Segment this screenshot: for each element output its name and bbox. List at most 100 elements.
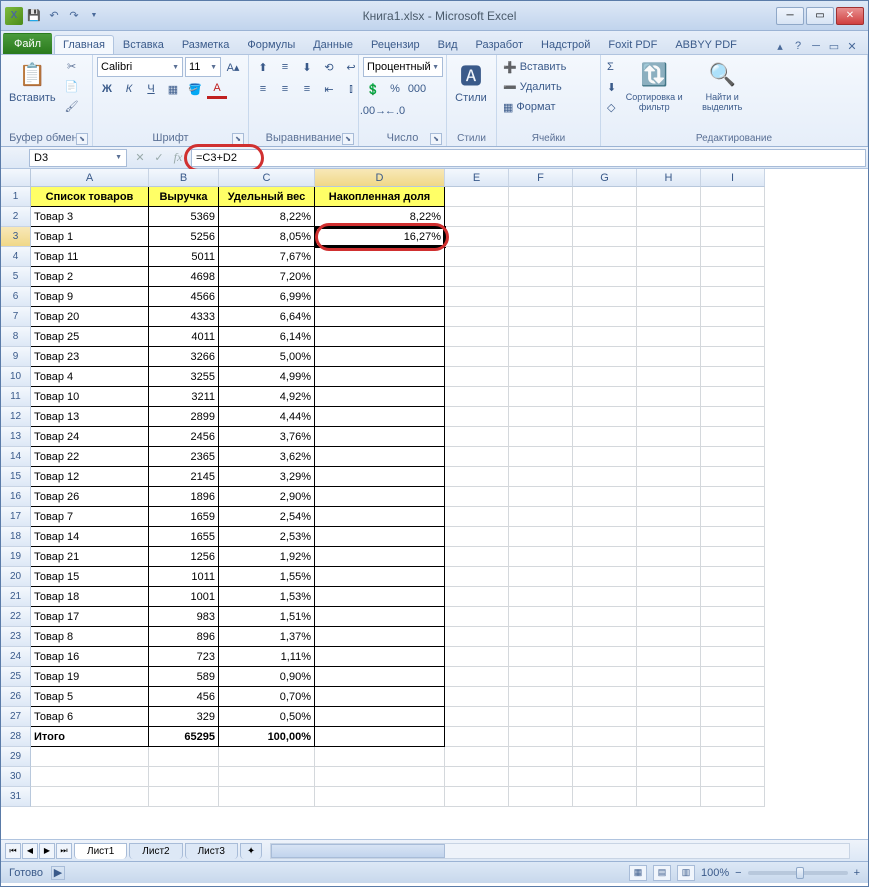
- sort-filter-button[interactable]: 🔃 Сортировка и фильтр: [620, 57, 688, 114]
- wb-minimize-icon[interactable]: ─: [808, 38, 824, 54]
- header-c[interactable]: Удельный вес: [219, 187, 315, 207]
- cell[interactable]: Товар 11: [31, 247, 149, 267]
- help-icon[interactable]: ?: [790, 38, 806, 54]
- cell[interactable]: 329: [149, 707, 219, 727]
- cell[interactable]: 5011: [149, 247, 219, 267]
- row-header[interactable]: 10: [1, 367, 31, 387]
- cancel-formula-icon[interactable]: ✕: [131, 149, 149, 167]
- cell[interactable]: Товар 12: [31, 467, 149, 487]
- cell[interactable]: Товар 18: [31, 587, 149, 607]
- tab-developer[interactable]: Разработ: [467, 35, 532, 54]
- cell[interactable]: 2365: [149, 447, 219, 467]
- row-header[interactable]: 19: [1, 547, 31, 567]
- cell[interactable]: 3211: [149, 387, 219, 407]
- row-header[interactable]: 24: [1, 647, 31, 667]
- format-cells-button[interactable]: ▦Формат: [501, 97, 568, 117]
- cell[interactable]: [315, 527, 445, 547]
- cell[interactable]: [315, 627, 445, 647]
- row-header[interactable]: 9: [1, 347, 31, 367]
- cell[interactable]: 1659: [149, 507, 219, 527]
- close-button[interactable]: ✕: [836, 7, 864, 25]
- cell-total-label[interactable]: Итого: [31, 727, 149, 747]
- tab-review[interactable]: Рецензир: [362, 35, 429, 54]
- col-D[interactable]: D: [315, 169, 445, 187]
- cell[interactable]: 1011: [149, 567, 219, 587]
- cell[interactable]: 7,20%: [219, 267, 315, 287]
- zoom-out-icon[interactable]: −: [735, 867, 741, 879]
- cell[interactable]: 1256: [149, 547, 219, 567]
- col-F[interactable]: F: [509, 169, 573, 187]
- cell-total-b[interactable]: 65295: [149, 727, 219, 747]
- cell[interactable]: Товар 3: [31, 207, 149, 227]
- cell[interactable]: Товар 1: [31, 227, 149, 247]
- cell-total-c[interactable]: 100,00%: [219, 727, 315, 747]
- cell[interactable]: 3,62%: [219, 447, 315, 467]
- tab-formulas[interactable]: Формулы: [238, 35, 304, 54]
- currency-icon[interactable]: 💲: [363, 79, 383, 99]
- cell[interactable]: [315, 487, 445, 507]
- paste-button[interactable]: 📋 Вставить: [5, 57, 60, 106]
- cell[interactable]: Товар 8: [31, 627, 149, 647]
- fx-icon[interactable]: fx: [169, 149, 187, 167]
- row-header[interactable]: 3: [1, 227, 31, 247]
- sheet-first-icon[interactable]: ⏮: [5, 843, 21, 859]
- row-header[interactable]: 7: [1, 307, 31, 327]
- cell[interactable]: 8,22%: [315, 207, 445, 227]
- cell[interactable]: 5,00%: [219, 347, 315, 367]
- copy-button[interactable]: 📄: [62, 77, 82, 95]
- row-header[interactable]: 6: [1, 287, 31, 307]
- tab-view[interactable]: Вид: [429, 35, 467, 54]
- cell[interactable]: 3255: [149, 367, 219, 387]
- cell[interactable]: 4,92%: [219, 387, 315, 407]
- wrap-text-icon[interactable]: ↩: [341, 57, 361, 77]
- view-pagebreak-icon[interactable]: ▥: [677, 865, 695, 881]
- cell[interactable]: [315, 407, 445, 427]
- cell[interactable]: 2,90%: [219, 487, 315, 507]
- align-bottom-icon[interactable]: ⬇: [297, 57, 317, 77]
- cell[interactable]: Товар 17: [31, 607, 149, 627]
- format-painter-button[interactable]: 🖌: [62, 97, 82, 115]
- cell[interactable]: 983: [149, 607, 219, 627]
- cell[interactable]: [315, 567, 445, 587]
- cell[interactable]: Товар 22: [31, 447, 149, 467]
- cell[interactable]: Товар 16: [31, 647, 149, 667]
- cell[interactable]: 2,53%: [219, 527, 315, 547]
- cell[interactable]: [315, 327, 445, 347]
- cell[interactable]: Товар 19: [31, 667, 149, 687]
- sheet-next-icon[interactable]: ▶: [39, 843, 55, 859]
- formula-bar[interactable]: =C3+D2: [191, 149, 866, 167]
- find-select-button[interactable]: 🔍 Найти и выделить: [690, 57, 754, 114]
- cell[interactable]: Товар 7: [31, 507, 149, 527]
- cell[interactable]: Товар 26: [31, 487, 149, 507]
- cell[interactable]: 4,44%: [219, 407, 315, 427]
- row-header[interactable]: 17: [1, 507, 31, 527]
- cell[interactable]: [315, 287, 445, 307]
- cell[interactable]: [315, 427, 445, 447]
- cell[interactable]: 2456: [149, 427, 219, 447]
- cell[interactable]: 4333: [149, 307, 219, 327]
- font-color-button[interactable]: A: [207, 79, 227, 99]
- cell[interactable]: 3266: [149, 347, 219, 367]
- clipboard-dialog-icon[interactable]: ⬊: [76, 133, 88, 145]
- row-header[interactable]: 13: [1, 427, 31, 447]
- sheet-tab-2[interactable]: Лист2: [129, 843, 182, 859]
- col-H[interactable]: H: [637, 169, 701, 187]
- cell[interactable]: 5369: [149, 207, 219, 227]
- fill-color-button[interactable]: 🪣: [185, 79, 205, 99]
- col-C[interactable]: C: [219, 169, 315, 187]
- percent-icon[interactable]: %: [385, 79, 405, 99]
- cell[interactable]: Товар 5: [31, 687, 149, 707]
- tab-abbyy[interactable]: ABBYY PDF: [666, 35, 746, 54]
- row-header[interactable]: 30: [1, 767, 31, 787]
- row-header[interactable]: 23: [1, 627, 31, 647]
- tab-insert[interactable]: Вставка: [114, 35, 173, 54]
- cell[interactable]: 1001: [149, 587, 219, 607]
- increase-font-icon[interactable]: A▴: [223, 57, 243, 77]
- cell[interactable]: Товар 24: [31, 427, 149, 447]
- cell[interactable]: 4698: [149, 267, 219, 287]
- row-header[interactable]: 16: [1, 487, 31, 507]
- col-B[interactable]: B: [149, 169, 219, 187]
- comma-icon[interactable]: 000: [407, 79, 427, 99]
- row-header[interactable]: 8: [1, 327, 31, 347]
- cell[interactable]: 1896: [149, 487, 219, 507]
